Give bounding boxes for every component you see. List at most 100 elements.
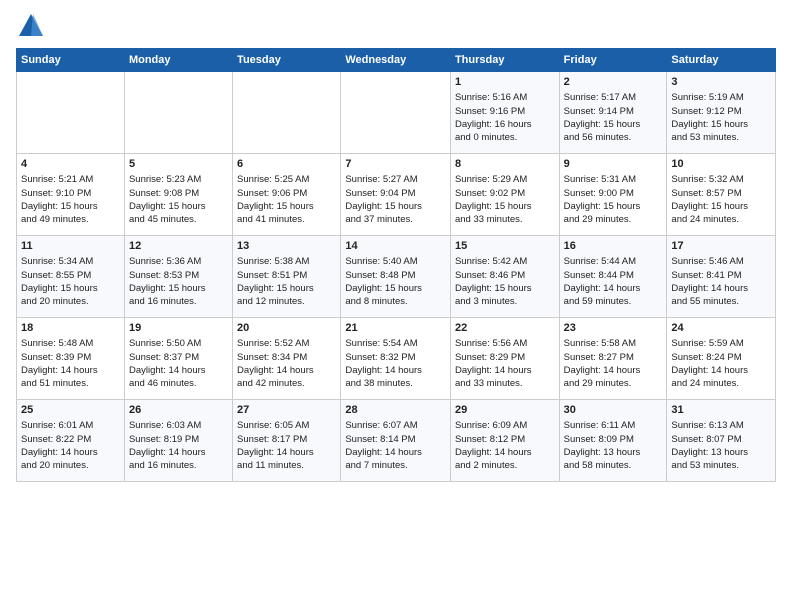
day-info: Sunrise: 5:38 AM: [237, 255, 336, 268]
day-info: Sunset: 8:07 PM: [671, 433, 771, 446]
day-info: Sunset: 8:51 PM: [237, 269, 336, 282]
day-info: Sunset: 8:46 PM: [455, 269, 555, 282]
day-info: and 42 minutes.: [237, 377, 336, 390]
day-number: 6: [237, 157, 336, 172]
day-number: 14: [345, 239, 446, 254]
day-info: Sunset: 8:22 PM: [21, 433, 120, 446]
day-info: and 55 minutes.: [671, 295, 771, 308]
day-number: 22: [455, 321, 555, 336]
day-number: 17: [671, 239, 771, 254]
day-number: 23: [564, 321, 663, 336]
calendar-cell: 24Sunrise: 5:59 AMSunset: 8:24 PMDayligh…: [667, 318, 776, 400]
day-info: and 49 minutes.: [21, 213, 120, 226]
day-number: 27: [237, 403, 336, 418]
calendar-cell: 3Sunrise: 5:19 AMSunset: 9:12 PMDaylight…: [667, 72, 776, 154]
day-info: and 24 minutes.: [671, 213, 771, 226]
calendar-cell: 7Sunrise: 5:27 AMSunset: 9:04 PMDaylight…: [341, 154, 451, 236]
day-info: Daylight: 14 hours: [455, 446, 555, 459]
day-info: Sunrise: 5:29 AM: [455, 173, 555, 186]
day-info: Sunset: 9:12 PM: [671, 105, 771, 118]
day-info: and 16 minutes.: [129, 459, 228, 472]
day-info: and 16 minutes.: [129, 295, 228, 308]
weekday-header-tuesday: Tuesday: [233, 49, 341, 72]
day-number: 10: [671, 157, 771, 172]
day-info: Sunset: 8:24 PM: [671, 351, 771, 364]
day-number: 4: [21, 157, 120, 172]
weekday-header-saturday: Saturday: [667, 49, 776, 72]
day-info: Sunset: 8:39 PM: [21, 351, 120, 364]
day-info: Sunset: 8:19 PM: [129, 433, 228, 446]
day-number: 15: [455, 239, 555, 254]
day-info: Daylight: 13 hours: [671, 446, 771, 459]
day-number: 9: [564, 157, 663, 172]
day-info: and 33 minutes.: [455, 377, 555, 390]
calendar-cell: 2Sunrise: 5:17 AMSunset: 9:14 PMDaylight…: [559, 72, 667, 154]
day-number: 30: [564, 403, 663, 418]
day-info: Daylight: 14 hours: [345, 446, 446, 459]
calendar-cell: 12Sunrise: 5:36 AMSunset: 8:53 PMDayligh…: [124, 236, 232, 318]
day-info: Sunrise: 5:48 AM: [21, 337, 120, 350]
day-info: Daylight: 14 hours: [564, 282, 663, 295]
day-info: Daylight: 14 hours: [455, 364, 555, 377]
weekday-header-friday: Friday: [559, 49, 667, 72]
weekday-header-monday: Monday: [124, 49, 232, 72]
day-info: Sunset: 8:44 PM: [564, 269, 663, 282]
day-info: Sunrise: 5:31 AM: [564, 173, 663, 186]
calendar-cell: 1Sunrise: 5:16 AMSunset: 9:16 PMDaylight…: [450, 72, 559, 154]
day-number: 19: [129, 321, 228, 336]
day-info: Sunset: 9:06 PM: [237, 187, 336, 200]
calendar-cell: 30Sunrise: 6:11 AMSunset: 8:09 PMDayligh…: [559, 400, 667, 482]
day-info: and 8 minutes.: [345, 295, 446, 308]
calendar-cell: 14Sunrise: 5:40 AMSunset: 8:48 PMDayligh…: [341, 236, 451, 318]
day-info: Daylight: 15 hours: [564, 200, 663, 213]
day-info: Sunset: 9:08 PM: [129, 187, 228, 200]
calendar-cell: 23Sunrise: 5:58 AMSunset: 8:27 PMDayligh…: [559, 318, 667, 400]
day-info: Sunrise: 6:11 AM: [564, 419, 663, 432]
day-info: and 38 minutes.: [345, 377, 446, 390]
day-info: Daylight: 15 hours: [345, 200, 446, 213]
day-info: Daylight: 14 hours: [129, 446, 228, 459]
calendar-cell: 20Sunrise: 5:52 AMSunset: 8:34 PMDayligh…: [233, 318, 341, 400]
day-info: Daylight: 15 hours: [671, 200, 771, 213]
day-info: Daylight: 15 hours: [21, 282, 120, 295]
day-info: and 3 minutes.: [455, 295, 555, 308]
day-info: Sunrise: 5:44 AM: [564, 255, 663, 268]
day-number: 24: [671, 321, 771, 336]
calendar-cell: 10Sunrise: 5:32 AMSunset: 8:57 PMDayligh…: [667, 154, 776, 236]
week-row-1: 1Sunrise: 5:16 AMSunset: 9:16 PMDaylight…: [17, 72, 776, 154]
day-info: and 20 minutes.: [21, 295, 120, 308]
calendar-cell: 29Sunrise: 6:09 AMSunset: 8:12 PMDayligh…: [450, 400, 559, 482]
day-info: Daylight: 15 hours: [455, 282, 555, 295]
day-info: Sunrise: 5:36 AM: [129, 255, 228, 268]
day-number: 18: [21, 321, 120, 336]
day-info: Sunset: 8:29 PM: [455, 351, 555, 364]
day-info: Sunrise: 5:58 AM: [564, 337, 663, 350]
day-info: Sunrise: 5:25 AM: [237, 173, 336, 186]
day-info: Daylight: 13 hours: [564, 446, 663, 459]
week-row-5: 25Sunrise: 6:01 AMSunset: 8:22 PMDayligh…: [17, 400, 776, 482]
day-number: 7: [345, 157, 446, 172]
calendar-cell: 21Sunrise: 5:54 AMSunset: 8:32 PMDayligh…: [341, 318, 451, 400]
day-info: Daylight: 15 hours: [129, 282, 228, 295]
week-row-4: 18Sunrise: 5:48 AMSunset: 8:39 PM Dayligh…: [17, 318, 776, 400]
day-number: 26: [129, 403, 228, 418]
calendar-cell: 13Sunrise: 5:38 AMSunset: 8:51 PMDayligh…: [233, 236, 341, 318]
day-info: Sunrise: 6:07 AM: [345, 419, 446, 432]
day-info: and 11 minutes.: [237, 459, 336, 472]
day-info: Sunrise: 6:09 AM: [455, 419, 555, 432]
calendar-cell: 16Sunrise: 5:44 AMSunset: 8:44 PMDayligh…: [559, 236, 667, 318]
calendar-cell: 22Sunrise: 5:56 AMSunset: 8:29 PMDayligh…: [450, 318, 559, 400]
day-info: Daylight: 15 hours: [564, 118, 663, 131]
day-info: Sunrise: 5:50 AM: [129, 337, 228, 350]
day-number: 25: [21, 403, 120, 418]
day-info: Daylight: 15 hours: [129, 200, 228, 213]
day-info: Sunrise: 5:16 AM: [455, 91, 555, 104]
day-info: Sunset: 8:57 PM: [671, 187, 771, 200]
day-info: Sunrise: 5:32 AM: [671, 173, 771, 186]
day-info: Sunset: 8:55 PM: [21, 269, 120, 282]
day-info: and 33 minutes.: [455, 213, 555, 226]
day-number: 5: [129, 157, 228, 172]
weekday-header-thursday: Thursday: [450, 49, 559, 72]
calendar-cell: 15Sunrise: 5:42 AMSunset: 8:46 PMDayligh…: [450, 236, 559, 318]
day-number: 21: [345, 321, 446, 336]
